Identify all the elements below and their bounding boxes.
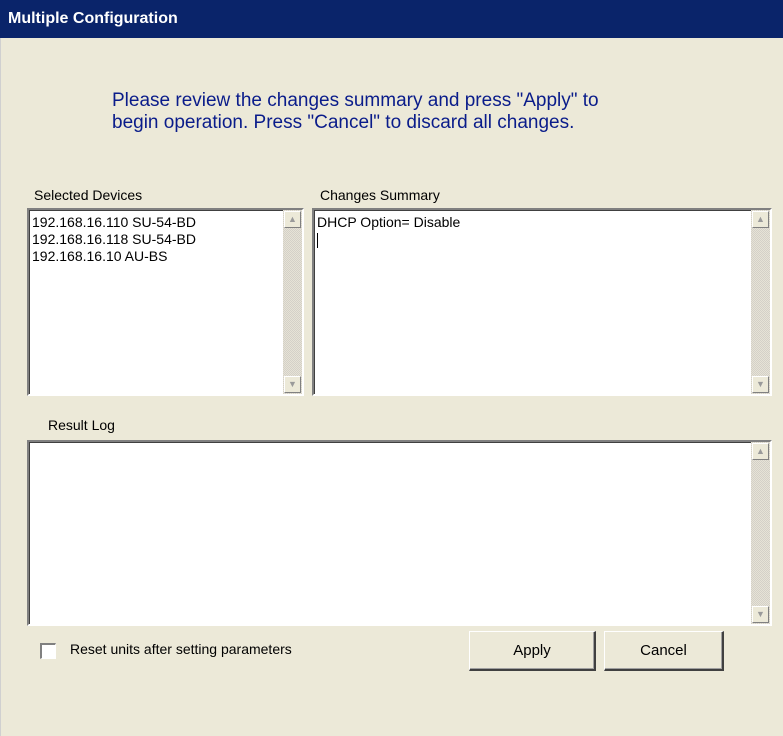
result-log-textarea[interactable]: ▲ ▼	[27, 440, 772, 626]
result-log-scrollbar[interactable]: ▲ ▼	[751, 442, 770, 624]
multiple-configuration-dialog: Multiple Configuration Please review the…	[0, 0, 783, 736]
device-list-item[interactable]: 192.168.16.118 SU-54-BD	[32, 231, 280, 248]
changes-summary-label: Changes Summary	[320, 187, 440, 203]
dialog-title: Multiple Configuration	[0, 0, 783, 38]
scroll-up-arrow-icon[interactable]: ▲	[752, 443, 769, 460]
selected-devices-label: Selected Devices	[34, 187, 143, 203]
changes-summary-textarea[interactable]: DHCP Option= Disable ▲ ▼	[312, 208, 772, 396]
apply-button[interactable]: Apply	[469, 631, 596, 671]
device-list-item[interactable]: 192.168.16.10 AU-BS	[32, 248, 280, 265]
device-list-item[interactable]: 192.168.16.110 SU-54-BD	[32, 214, 280, 231]
scroll-down-arrow-icon[interactable]: ▼	[752, 376, 769, 393]
scroll-up-arrow-icon[interactable]: ▲	[284, 211, 301, 228]
scroll-down-arrow-icon[interactable]: ▼	[284, 376, 301, 393]
reset-units-label[interactable]: Reset units after setting parameters	[70, 641, 292, 657]
changes-summary-line: DHCP Option= Disable	[317, 214, 461, 230]
cancel-button[interactable]: Cancel	[604, 631, 724, 671]
result-log-label: Result Log	[48, 417, 115, 433]
changes-summary-scrollbar[interactable]: ▲ ▼	[751, 210, 770, 394]
reset-units-checkbox[interactable]	[40, 643, 56, 659]
window-left-border	[0, 38, 1, 736]
scroll-down-arrow-icon[interactable]: ▼	[752, 606, 769, 623]
text-cursor	[317, 233, 318, 248]
selected-devices-list[interactable]: 192.168.16.110 SU-54-BD 192.168.16.118 S…	[27, 208, 304, 396]
selected-devices-scrollbar[interactable]: ▲ ▼	[283, 210, 302, 394]
scroll-up-arrow-icon[interactable]: ▲	[752, 211, 769, 228]
instruction-text: Please review the changes summary and pr…	[112, 90, 599, 133]
